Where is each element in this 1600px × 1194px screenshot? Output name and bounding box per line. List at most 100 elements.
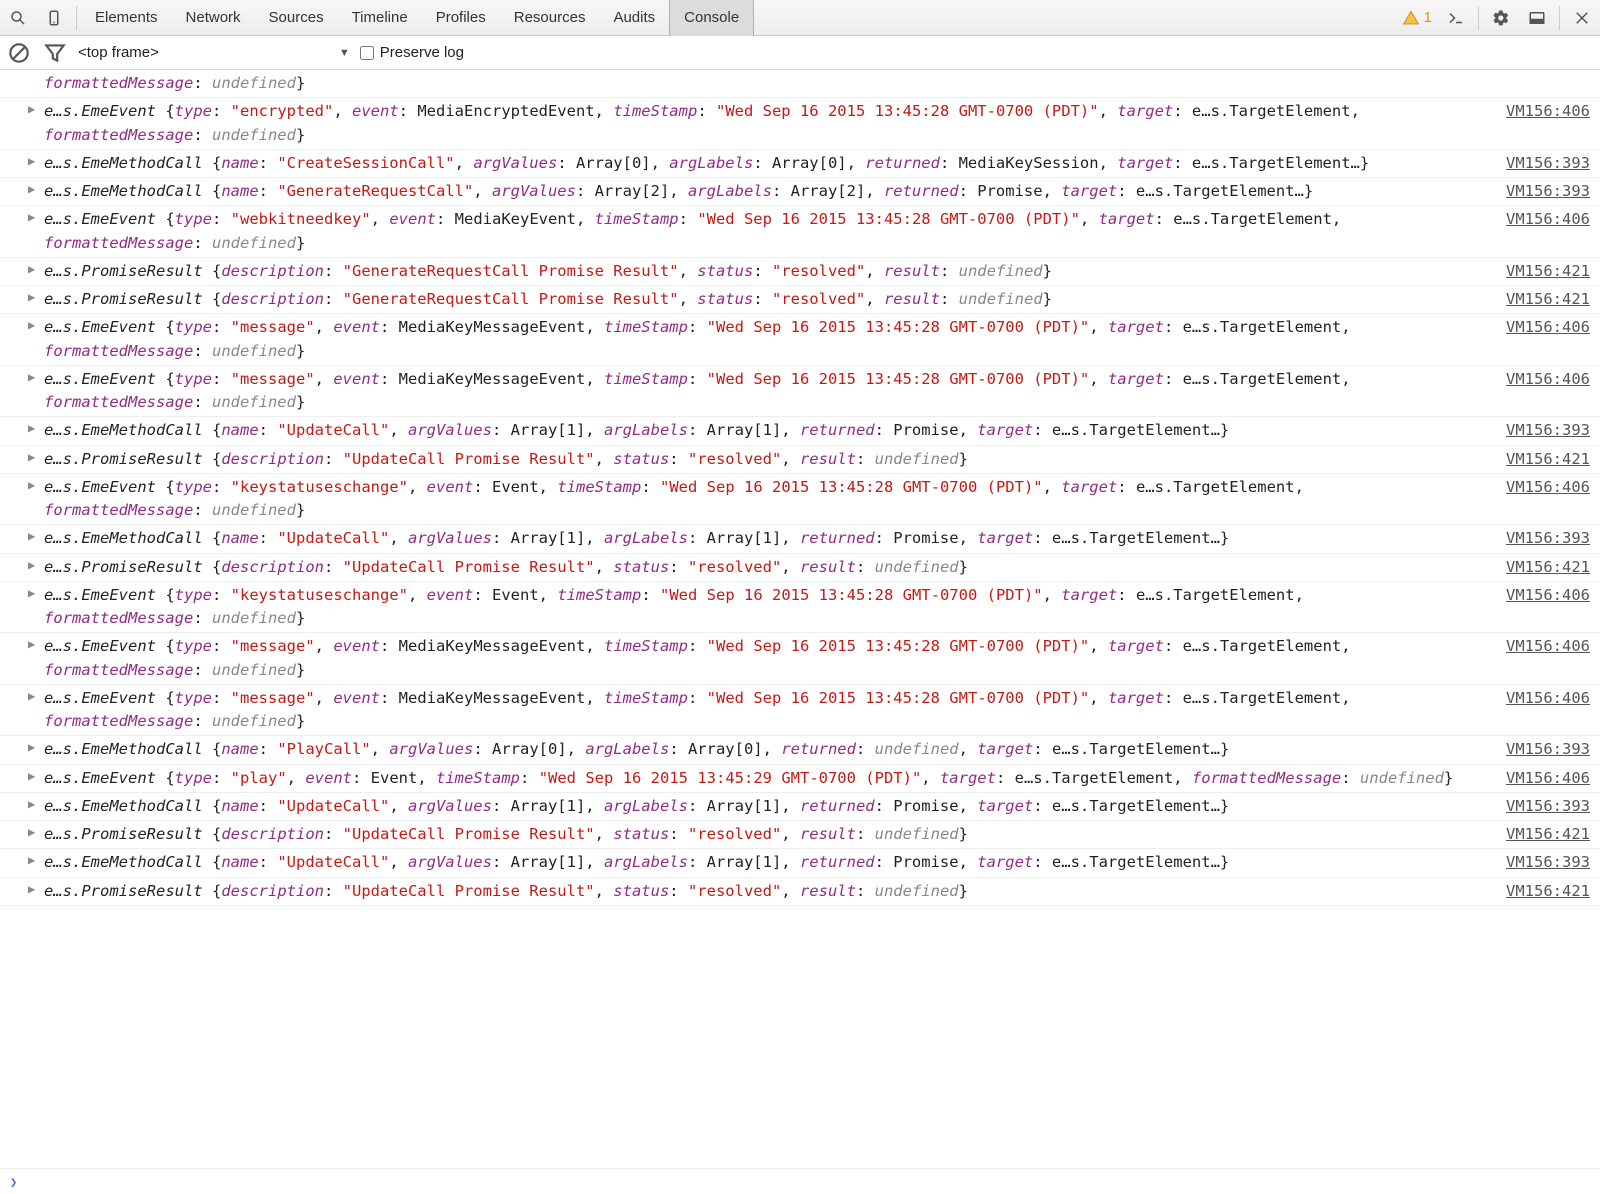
console-entry[interactable]: VM156:393▶e…s.EmeMethodCall name: "Updat…	[0, 525, 1600, 553]
disclosure-triangle-icon[interactable]: ▶	[28, 316, 35, 334]
disclosure-triangle-icon[interactable]: ▶	[28, 687, 35, 705]
disclosure-triangle-icon[interactable]: ▶	[28, 288, 35, 306]
console-entry[interactable]: VM156:393 ▶e…s.EmeMethodCall name: "Updat…	[0, 793, 1600, 821]
console-entry[interactable]: VM156:393 ▶e…s.EmeMethodCall name: "PlayC…	[0, 736, 1600, 764]
source-link[interactable]: VM156:421	[1506, 823, 1590, 846]
source-link[interactable]: VM156:393	[1506, 795, 1590, 818]
disclosure-triangle-icon[interactable]: ▶	[28, 208, 35, 226]
console-log-area: formattedMessage: undefinedVM156:406▶e…s…	[0, 70, 1600, 1168]
frame-selector[interactable]: <top frame> ▼	[78, 44, 350, 61]
source-link[interactable]: VM156:406	[1506, 208, 1590, 231]
console-entry[interactable]: VM156:406 ▶e…s.EmeEvent type: "keystatuse…	[0, 474, 1600, 526]
source-link[interactable]: VM156:406	[1506, 767, 1590, 790]
toolbar-divider	[1478, 6, 1479, 30]
source-link[interactable]: VM156:421	[1506, 448, 1590, 471]
console-entry[interactable]: VM156:393▶e…s.EmeMethodCall name: "Updat…	[0, 849, 1600, 877]
tab-console[interactable]: Console	[669, 0, 754, 36]
source-link[interactable]: VM156:393	[1506, 180, 1590, 203]
disclosure-triangle-icon[interactable]: ▶	[28, 556, 35, 574]
console-entry-content: e…s.EmeEvent type: "keystatuseschange", …	[28, 476, 1592, 523]
console-entry[interactable]: VM156:406 ▶e…s.EmeEvent type: "keystatuse…	[0, 582, 1600, 634]
console-entry[interactable]: VM156:421▶e…s.PromiseResult description:…	[0, 286, 1600, 314]
source-link[interactable]: VM156:406	[1506, 584, 1590, 607]
console-entry-content: e…s.EmeEvent type: "webkitneedkey", even…	[28, 208, 1592, 255]
source-link[interactable]: VM156:393	[1506, 851, 1590, 874]
preserve-log-checkbox[interactable]: Preserve log	[360, 44, 464, 61]
disclosure-triangle-icon[interactable]: ▶	[28, 260, 35, 278]
source-link[interactable]: VM156:406	[1506, 100, 1590, 123]
tab-resources[interactable]: Resources	[500, 0, 600, 36]
disclosure-triangle-icon[interactable]: ▶	[28, 738, 35, 756]
dock-side-icon[interactable]	[1519, 0, 1555, 36]
disclosure-triangle-icon[interactable]: ▶	[28, 851, 35, 869]
disclosure-triangle-icon[interactable]: ▶	[28, 527, 35, 545]
tab-profiles[interactable]: Profiles	[422, 0, 500, 36]
console-entry-content: e…s.EmeEvent type: "keystatuseschange", …	[28, 584, 1592, 631]
close-icon[interactable]	[1564, 0, 1600, 36]
console-entry-content: e…s.EmeMethodCall name: "GenerateRequest…	[28, 180, 1592, 203]
console-entry[interactable]: VM156:393 ▶e…s.EmeMethodCall name: "Gener…	[0, 178, 1600, 206]
disclosure-triangle-icon[interactable]: ▶	[28, 767, 35, 785]
console-entry[interactable]: VM156:393▶e…s.EmeMethodCall name: "Updat…	[0, 417, 1600, 445]
console-entry-content: e…s.EmeMethodCall name: "PlayCall", argV…	[28, 738, 1592, 761]
disclosure-triangle-icon[interactable]: ▶	[28, 419, 35, 437]
preserve-log-input[interactable]	[360, 46, 374, 60]
console-entry[interactable]: VM156:406▶e…s.EmeEvent type: "message", …	[0, 366, 1600, 418]
disclosure-triangle-icon[interactable]: ▶	[28, 180, 35, 198]
tab-audits[interactable]: Audits	[599, 0, 669, 36]
toolbar-divider	[1559, 6, 1560, 30]
console-entry[interactable]: VM156:421▶e…s.PromiseResult description:…	[0, 258, 1600, 286]
warning-count-badge[interactable]: 1	[1396, 9, 1438, 27]
console-entry[interactable]: VM156:393▶e…s.EmeMethodCall name: "Creat…	[0, 150, 1600, 178]
disclosure-triangle-icon[interactable]: ▶	[28, 584, 35, 602]
tab-network[interactable]: Network	[172, 0, 255, 36]
console-entry-content: e…s.EmeMethodCall name: "UpdateCall", ar…	[28, 795, 1592, 818]
source-link[interactable]: VM156:421	[1506, 556, 1590, 579]
console-entry[interactable]: VM156:406▶e…s.EmeEvent type: "message", …	[0, 633, 1600, 685]
source-link[interactable]: VM156:406	[1506, 316, 1590, 339]
source-link[interactable]: VM156:393	[1506, 527, 1590, 550]
disclosure-triangle-icon[interactable]: ▶	[28, 795, 35, 813]
console-prompt-icon[interactable]	[1438, 0, 1474, 36]
source-link[interactable]: VM156:406	[1506, 687, 1590, 710]
console-entry[interactable]: VM156:406▶e…s.EmeEvent type: "encrypted"…	[0, 98, 1600, 150]
console-entry[interactable]: formattedMessage: undefined	[0, 70, 1600, 98]
frame-selector-label: <top frame>	[78, 44, 159, 61]
tab-elements[interactable]: Elements	[81, 0, 172, 36]
clear-console-icon[interactable]	[6, 40, 32, 66]
tab-sources[interactable]: Sources	[255, 0, 338, 36]
console-entry-content: e…s.EmeEvent type: "play", event: Event,…	[28, 767, 1592, 790]
source-link[interactable]: VM156:393	[1506, 152, 1590, 175]
device-mode-icon[interactable]	[36, 0, 72, 36]
disclosure-triangle-icon[interactable]: ▶	[28, 100, 35, 118]
source-link[interactable]: VM156:421	[1506, 288, 1590, 311]
source-link[interactable]: VM156:406	[1506, 476, 1590, 499]
console-entry[interactable]: VM156:406▶e…s.EmeEvent type: "message", …	[0, 685, 1600, 737]
disclosure-triangle-icon[interactable]: ▶	[28, 635, 35, 653]
source-link[interactable]: VM156:421	[1506, 260, 1590, 283]
disclosure-triangle-icon[interactable]: ▶	[28, 448, 35, 466]
disclosure-triangle-icon[interactable]: ▶	[28, 368, 35, 386]
settings-gear-icon[interactable]	[1483, 0, 1519, 36]
disclosure-triangle-icon[interactable]: ▶	[28, 476, 35, 494]
tab-timeline[interactable]: Timeline	[338, 0, 422, 36]
console-entry[interactable]: VM156:406 ▶e…s.EmeEvent type: "play", eve…	[0, 765, 1600, 793]
warning-count-text: 1	[1424, 9, 1432, 26]
console-entry[interactable]: VM156:421▶e…s.PromiseResult description:…	[0, 821, 1600, 849]
source-link[interactable]: VM156:393	[1506, 419, 1590, 442]
search-icon[interactable]	[0, 0, 36, 36]
disclosure-triangle-icon[interactable]: ▶	[28, 880, 35, 898]
console-entry[interactable]: VM156:406▶e…s.EmeEvent type: "message", …	[0, 314, 1600, 366]
disclosure-triangle-icon[interactable]: ▶	[28, 152, 35, 170]
source-link[interactable]: VM156:393	[1506, 738, 1590, 761]
source-link[interactable]: VM156:406	[1506, 635, 1590, 658]
console-entry[interactable]: VM156:421▶e…s.PromiseResult description:…	[0, 878, 1600, 906]
source-link[interactable]: VM156:421	[1506, 880, 1590, 903]
source-link[interactable]: VM156:406	[1506, 368, 1590, 391]
console-input-prompt[interactable]: ❯	[0, 1168, 1600, 1194]
filter-icon[interactable]	[42, 40, 68, 66]
console-entry[interactable]: VM156:421▶e…s.PromiseResult description:…	[0, 446, 1600, 474]
console-entry[interactable]: VM156:421▶e…s.PromiseResult description:…	[0, 554, 1600, 582]
console-entry[interactable]: VM156:406 ▶e…s.EmeEvent type: "webkitneed…	[0, 206, 1600, 258]
disclosure-triangle-icon[interactable]: ▶	[28, 823, 35, 841]
